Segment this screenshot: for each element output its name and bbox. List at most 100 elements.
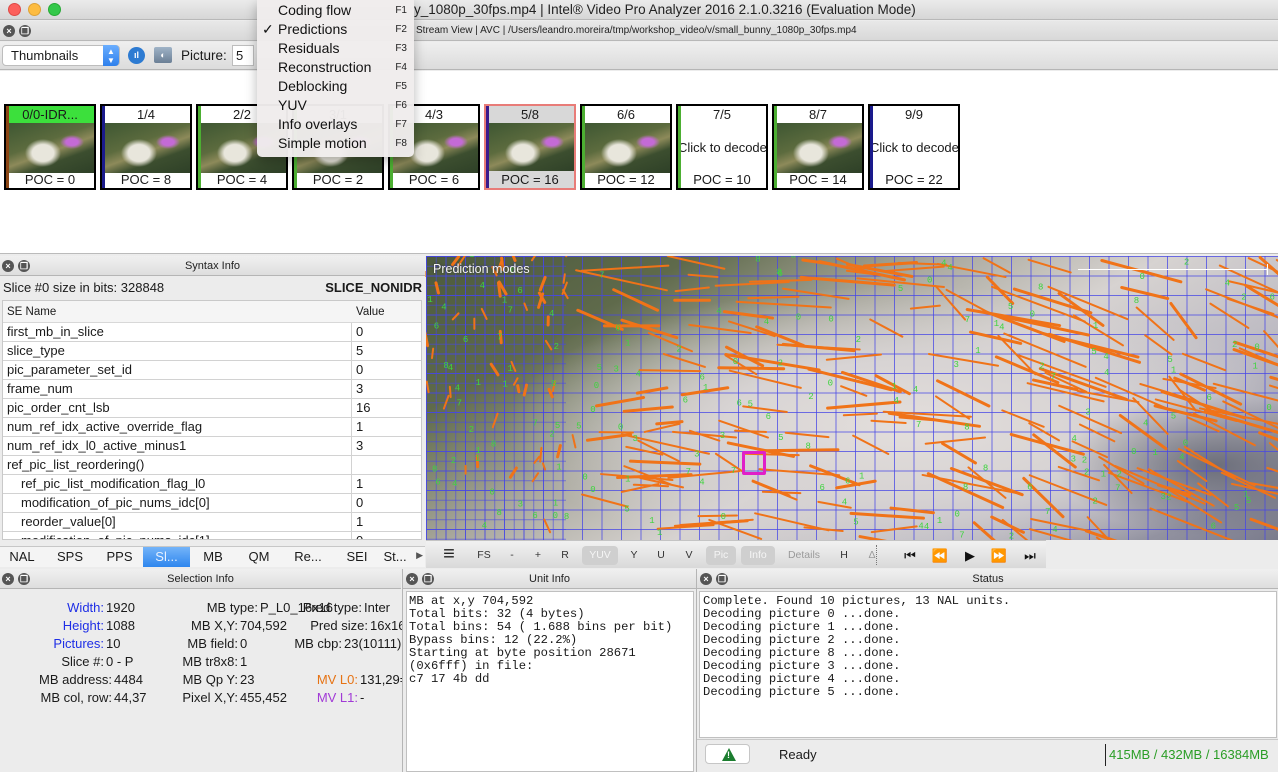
syntax-elements-table[interactable]: SE Name Value first_mb_in_slice 0 slice_ty…	[2, 300, 422, 540]
tab-sps[interactable]: SPS	[44, 547, 96, 567]
h-toggle[interactable]: H	[838, 546, 850, 565]
close-panel-icon[interactable]: ×	[2, 573, 14, 585]
zoom-out-button[interactable]: -	[506, 546, 518, 565]
table-row[interactable]: frame_num 3	[3, 380, 421, 399]
click-to-decode-label[interactable]: Click to decode	[678, 123, 766, 173]
motion-vector	[575, 269, 668, 292]
thumbnail-picture-6[interactable]: 6/6 POC = 12	[580, 104, 672, 190]
view-menu-button[interactable]: ≡	[436, 544, 462, 565]
thumbnail-picture-7[interactable]: 7/5 Click to decode POC = 10	[676, 104, 768, 190]
motion-vector	[1169, 301, 1198, 340]
close-panel-icon[interactable]: ×	[406, 573, 418, 585]
thumbnail-picture-5[interactable]: 5/8 POC = 16	[484, 104, 576, 190]
tab-mb[interactable]: MB	[190, 547, 236, 567]
float-panel-icon[interactable]: ❐	[18, 260, 30, 272]
intra-mode-digit: 4	[1104, 368, 1109, 378]
intra-mode-digit: 6	[615, 324, 620, 334]
table-row[interactable]: ref_pic_list_reordering()	[3, 456, 421, 475]
table-row[interactable]: modification_of_pic_nums_idc[0] 0	[3, 494, 421, 513]
float-panel-icon[interactable]: ❐	[18, 573, 30, 585]
info-toggle[interactable]: Info	[741, 546, 775, 565]
tabs-scroll-right-icon[interactable]: ▶	[416, 550, 423, 561]
panel-title: Selection Info	[167, 573, 234, 585]
table-row[interactable]: slice_type 5	[3, 342, 421, 361]
tab-pps[interactable]: PPS	[96, 547, 143, 567]
float-panel-icon[interactable]: ❐	[716, 573, 728, 585]
se-name-cell: modification_of_pic_nums_idc[1]	[21, 532, 210, 539]
table-row[interactable]: pic_parameter_set_id 0	[3, 361, 421, 380]
unit-info-line: c7 17 4b dd	[409, 672, 490, 686]
thumbnail-picture-9[interactable]: 9/9 Click to decode POC = 22	[868, 104, 960, 190]
close-panel-icon[interactable]: ×	[3, 25, 15, 37]
previous-picture-button[interactable]: ⏪	[930, 546, 950, 565]
motion-vector	[1178, 448, 1256, 487]
menu-item-deblocking[interactable]: Deblocking F5	[257, 77, 414, 96]
y-toggle[interactable]: Y	[628, 546, 640, 565]
syntax-info-titlebar: × ❐ Syntax Info	[0, 256, 425, 276]
last-picture-button[interactable]: ⏭	[1020, 546, 1040, 565]
column-header-value[interactable]: Value	[356, 301, 385, 323]
tab-nal[interactable]: NAL	[0, 547, 44, 567]
table-row[interactable]: pic_order_cnt_lsb 16	[3, 399, 421, 418]
zoom-window-button[interactable]	[48, 3, 61, 16]
menu-item-simple-motion[interactable]: Simple motion F8	[257, 134, 414, 153]
menu-item-reconstruction[interactable]: Reconstruction F4	[257, 58, 414, 77]
motion-vector	[751, 480, 798, 501]
intra-mode-digit: 1	[1152, 448, 1157, 458]
close-panel-icon[interactable]: ×	[700, 573, 712, 585]
column-header-se-name[interactable]: SE Name	[7, 301, 56, 323]
reset-zoom-button[interactable]: R	[559, 546, 571, 565]
first-picture-button[interactable]: ⏮	[900, 546, 920, 565]
menu-item-predictions[interactable]: ✓ Predictions F2	[257, 20, 414, 39]
pic-toggle[interactable]: Pic	[706, 546, 736, 565]
thumbnail-picture-0[interactable]: 0/0-IDR... POC = 0	[4, 104, 96, 190]
menu-item-info-overlays[interactable]: Info overlays F7	[257, 115, 414, 134]
tab-re[interactable]: Re...	[282, 547, 334, 567]
table-row[interactable]: first_mb_in_slice 0	[3, 323, 421, 342]
tab-st[interactable]: St...	[380, 547, 410, 567]
intra-mode-digit: 8	[755, 256, 760, 264]
float-panel-icon[interactable]: ❐	[19, 25, 31, 37]
se-value-cell: 0	[356, 495, 364, 510]
selected-macroblock[interactable]	[742, 451, 766, 475]
play-button[interactable]: ▶	[961, 546, 979, 565]
warnings-button[interactable]: !	[705, 744, 750, 764]
details-toggle[interactable]: Details	[784, 546, 824, 565]
close-window-button[interactable]	[8, 3, 21, 16]
hide-thumbnails-icon[interactable]: ◐	[154, 47, 172, 63]
table-row[interactable]: reorder_value[0] 1	[3, 513, 421, 532]
close-panel-icon[interactable]: ×	[2, 260, 14, 272]
motion-vector	[1181, 352, 1227, 372]
table-row[interactable]: num_ref_idx_active_override_flag 1	[3, 418, 421, 437]
menu-item-residuals[interactable]: Residuals F3	[257, 39, 414, 58]
next-picture-button[interactable]: ⏩	[989, 546, 1009, 565]
zoom-in-button[interactable]: +	[532, 546, 544, 565]
motion-vector	[1144, 334, 1173, 356]
tab-sl[interactable]: Sl...	[143, 547, 190, 567]
tab-qm[interactable]: QM	[236, 547, 282, 567]
prediction-view[interactable]: 1462501260571856448442207026044481671744…	[426, 256, 1278, 540]
click-to-decode-label[interactable]: Click to decode	[870, 123, 958, 173]
yuv-toggle[interactable]: YUV	[582, 546, 618, 565]
view-mode-select[interactable]: Thumbnails ▲ ▼	[2, 45, 120, 66]
thumbnail-picture-1[interactable]: 1/4 POC = 8	[100, 104, 192, 190]
u-toggle[interactable]: U	[655, 546, 667, 565]
table-row[interactable]: ref_pic_list_modification_flag_l0 1	[3, 475, 421, 494]
tab-sei[interactable]: SEI	[334, 547, 380, 567]
v-toggle[interactable]: V	[683, 546, 695, 565]
minimize-window-button[interactable]	[28, 3, 41, 16]
table-row[interactable]: num_ref_idx_l0_active_minus1 3	[3, 437, 421, 456]
motion-vector-overlay: 146250126057185644844220 7026044481671744…	[426, 256, 1278, 540]
menu-item-coding-flow[interactable]: Coding flow F1	[257, 1, 414, 20]
fullscreen-button[interactable]: FS	[474, 546, 494, 565]
motion-vector	[1027, 258, 1072, 274]
float-panel-icon[interactable]: ❐	[422, 573, 434, 585]
thumbnail-picture-8[interactable]: 8/7 POC = 14	[772, 104, 864, 190]
picture-input[interactable]: 5	[232, 45, 254, 66]
intra-mode-digit: 8	[432, 464, 437, 474]
menu-item-yuv[interactable]: YUV F6	[257, 96, 414, 115]
motion-vector	[585, 433, 633, 442]
bitrate-chart-icon[interactable]: ıl	[128, 47, 145, 64]
ready-status: Ready	[779, 747, 817, 762]
table-row[interactable]: modification_of_pic_nums_idc[1] 0	[3, 532, 421, 539]
